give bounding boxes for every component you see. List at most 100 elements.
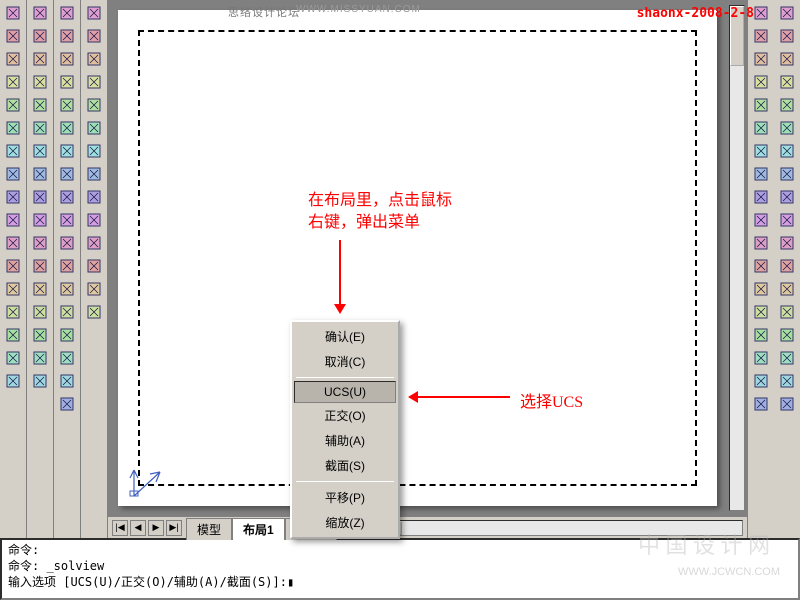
- wire-rule-icon[interactable]: [29, 324, 51, 346]
- named-ucs-icon[interactable]: [83, 301, 105, 323]
- arc-icon[interactable]: [750, 117, 772, 139]
- wire-sphere-icon[interactable]: [29, 71, 51, 93]
- subtract-icon[interactable]: [2, 278, 24, 300]
- cone-icon[interactable]: [2, 48, 24, 70]
- tab-nav-last[interactable]: ▶|: [166, 520, 182, 536]
- wedge-icon[interactable]: [2, 25, 24, 47]
- hatch-icon[interactable]: [750, 301, 772, 323]
- tab-nav-prev[interactable]: ◀: [130, 520, 146, 536]
- 3pt-ucs-icon[interactable]: [83, 186, 105, 208]
- region-icon[interactable]: [750, 347, 772, 369]
- sphere-icon[interactable]: [2, 71, 24, 93]
- pline-icon[interactable]: [750, 48, 772, 70]
- stretch-icon[interactable]: [776, 186, 798, 208]
- gradient-icon[interactable]: [750, 324, 772, 346]
- circle-icon[interactable]: [750, 140, 772, 162]
- explode-icon[interactable]: [776, 347, 798, 369]
- y-ucs-icon[interactable]: [83, 232, 105, 254]
- tab-nav-next[interactable]: ▶: [148, 520, 164, 536]
- hide-icon[interactable]: [2, 347, 24, 369]
- obj-ucs-icon[interactable]: [83, 94, 105, 116]
- menu-item-正交o[interactable]: 正交(O): [294, 403, 396, 428]
- revcloud-icon[interactable]: [750, 163, 772, 185]
- 3dmirror-icon[interactable]: [56, 25, 78, 47]
- polygon-icon[interactable]: [750, 71, 772, 93]
- rect-icon[interactable]: [750, 94, 772, 116]
- copy-icon[interactable]: [776, 25, 798, 47]
- z-ucs-icon[interactable]: [83, 255, 105, 277]
- check-icon[interactable]: [56, 393, 78, 415]
- revolve-icon[interactable]: [2, 163, 24, 185]
- wire-edge-icon[interactable]: [29, 255, 51, 277]
- box-icon[interactable]: [2, 2, 24, 24]
- clean-icon[interactable]: [56, 324, 78, 346]
- wire-cyl-icon[interactable]: [29, 94, 51, 116]
- spline-icon[interactable]: [750, 186, 772, 208]
- move-icon[interactable]: [776, 117, 798, 139]
- offset-face-icon[interactable]: [56, 163, 78, 185]
- slice-icon[interactable]: [2, 186, 24, 208]
- canvas-wrap[interactable]: 思络设计论坛 WWW.MISSYUAN.COM: [108, 0, 747, 516]
- delete-face-icon[interactable]: [56, 186, 78, 208]
- menu-item-平移p[interactable]: 平移(P): [294, 485, 396, 510]
- join-icon[interactable]: [776, 278, 798, 300]
- wire-3dface-icon[interactable]: [29, 232, 51, 254]
- trim-icon[interactable]: [776, 209, 798, 231]
- move-face-icon[interactable]: [56, 140, 78, 162]
- face-ucs-icon[interactable]: [83, 71, 105, 93]
- menu-item-截面s[interactable]: 截面(S): [294, 453, 396, 478]
- wire-wedge-icon[interactable]: [29, 25, 51, 47]
- scale-icon[interactable]: [776, 163, 798, 185]
- tab-model[interactable]: 模型: [186, 518, 232, 540]
- torus-icon[interactable]: [2, 117, 24, 139]
- prev-ucs-icon[interactable]: [83, 48, 105, 70]
- offset-icon[interactable]: [776, 71, 798, 93]
- point-icon[interactable]: [750, 278, 772, 300]
- ellipse-icon[interactable]: [750, 209, 772, 231]
- cylinder-icon[interactable]: [2, 94, 24, 116]
- empty-icon[interactable]: [29, 370, 51, 392]
- shell-icon[interactable]: [56, 370, 78, 392]
- apply-ucs-icon[interactable]: [83, 278, 105, 300]
- xline-icon[interactable]: [750, 25, 772, 47]
- wire-dome-icon[interactable]: [29, 140, 51, 162]
- copy-face-icon[interactable]: [56, 255, 78, 277]
- x-ucs-icon[interactable]: [83, 209, 105, 231]
- mirror-icon[interactable]: [776, 48, 798, 70]
- wire-box-icon[interactable]: [29, 2, 51, 24]
- a-icon[interactable]: [776, 370, 798, 392]
- wire-cone-icon[interactable]: [29, 48, 51, 70]
- paint-icon[interactable]: [776, 393, 798, 415]
- 3dalign-icon[interactable]: [56, 94, 78, 116]
- fillet-icon[interactable]: [776, 324, 798, 346]
- menu-item-辅助a[interactable]: 辅助(A): [294, 428, 396, 453]
- wire-mesh-icon[interactable]: [29, 209, 51, 231]
- world-ucs-icon[interactable]: [83, 25, 105, 47]
- menu-item-缩放z[interactable]: 缩放(Z): [294, 510, 396, 535]
- erase-icon[interactable]: [776, 2, 798, 24]
- section-icon[interactable]: [2, 209, 24, 231]
- align-icon[interactable]: [56, 71, 78, 93]
- imprint-icon[interactable]: [56, 301, 78, 323]
- separate-icon[interactable]: [56, 347, 78, 369]
- 3darray-icon[interactable]: [56, 48, 78, 70]
- wire-dish-icon[interactable]: [29, 163, 51, 185]
- extrude-icon[interactable]: [2, 140, 24, 162]
- color-face-icon[interactable]: [56, 278, 78, 300]
- wire-tab-icon[interactable]: [29, 301, 51, 323]
- ellipsearc-icon[interactable]: [750, 232, 772, 254]
- table-icon[interactable]: [750, 370, 772, 392]
- menu-item-取消c[interactable]: 取消(C): [294, 349, 396, 374]
- tab-layout1[interactable]: 布局1: [232, 518, 285, 540]
- taper-face-icon[interactable]: [56, 232, 78, 254]
- mtext-icon[interactable]: [750, 393, 772, 415]
- menu-item-ucsu[interactable]: UCS(U): [294, 381, 396, 403]
- block-icon[interactable]: [750, 255, 772, 277]
- wire-edgesurf-icon[interactable]: [29, 347, 51, 369]
- array-icon[interactable]: [776, 94, 798, 116]
- wire-pyramid-icon[interactable]: [29, 186, 51, 208]
- view-ucs-icon[interactable]: [83, 117, 105, 139]
- shade-icon[interactable]: [2, 370, 24, 392]
- rotate-face-icon[interactable]: [56, 209, 78, 231]
- chamfer-icon[interactable]: [776, 301, 798, 323]
